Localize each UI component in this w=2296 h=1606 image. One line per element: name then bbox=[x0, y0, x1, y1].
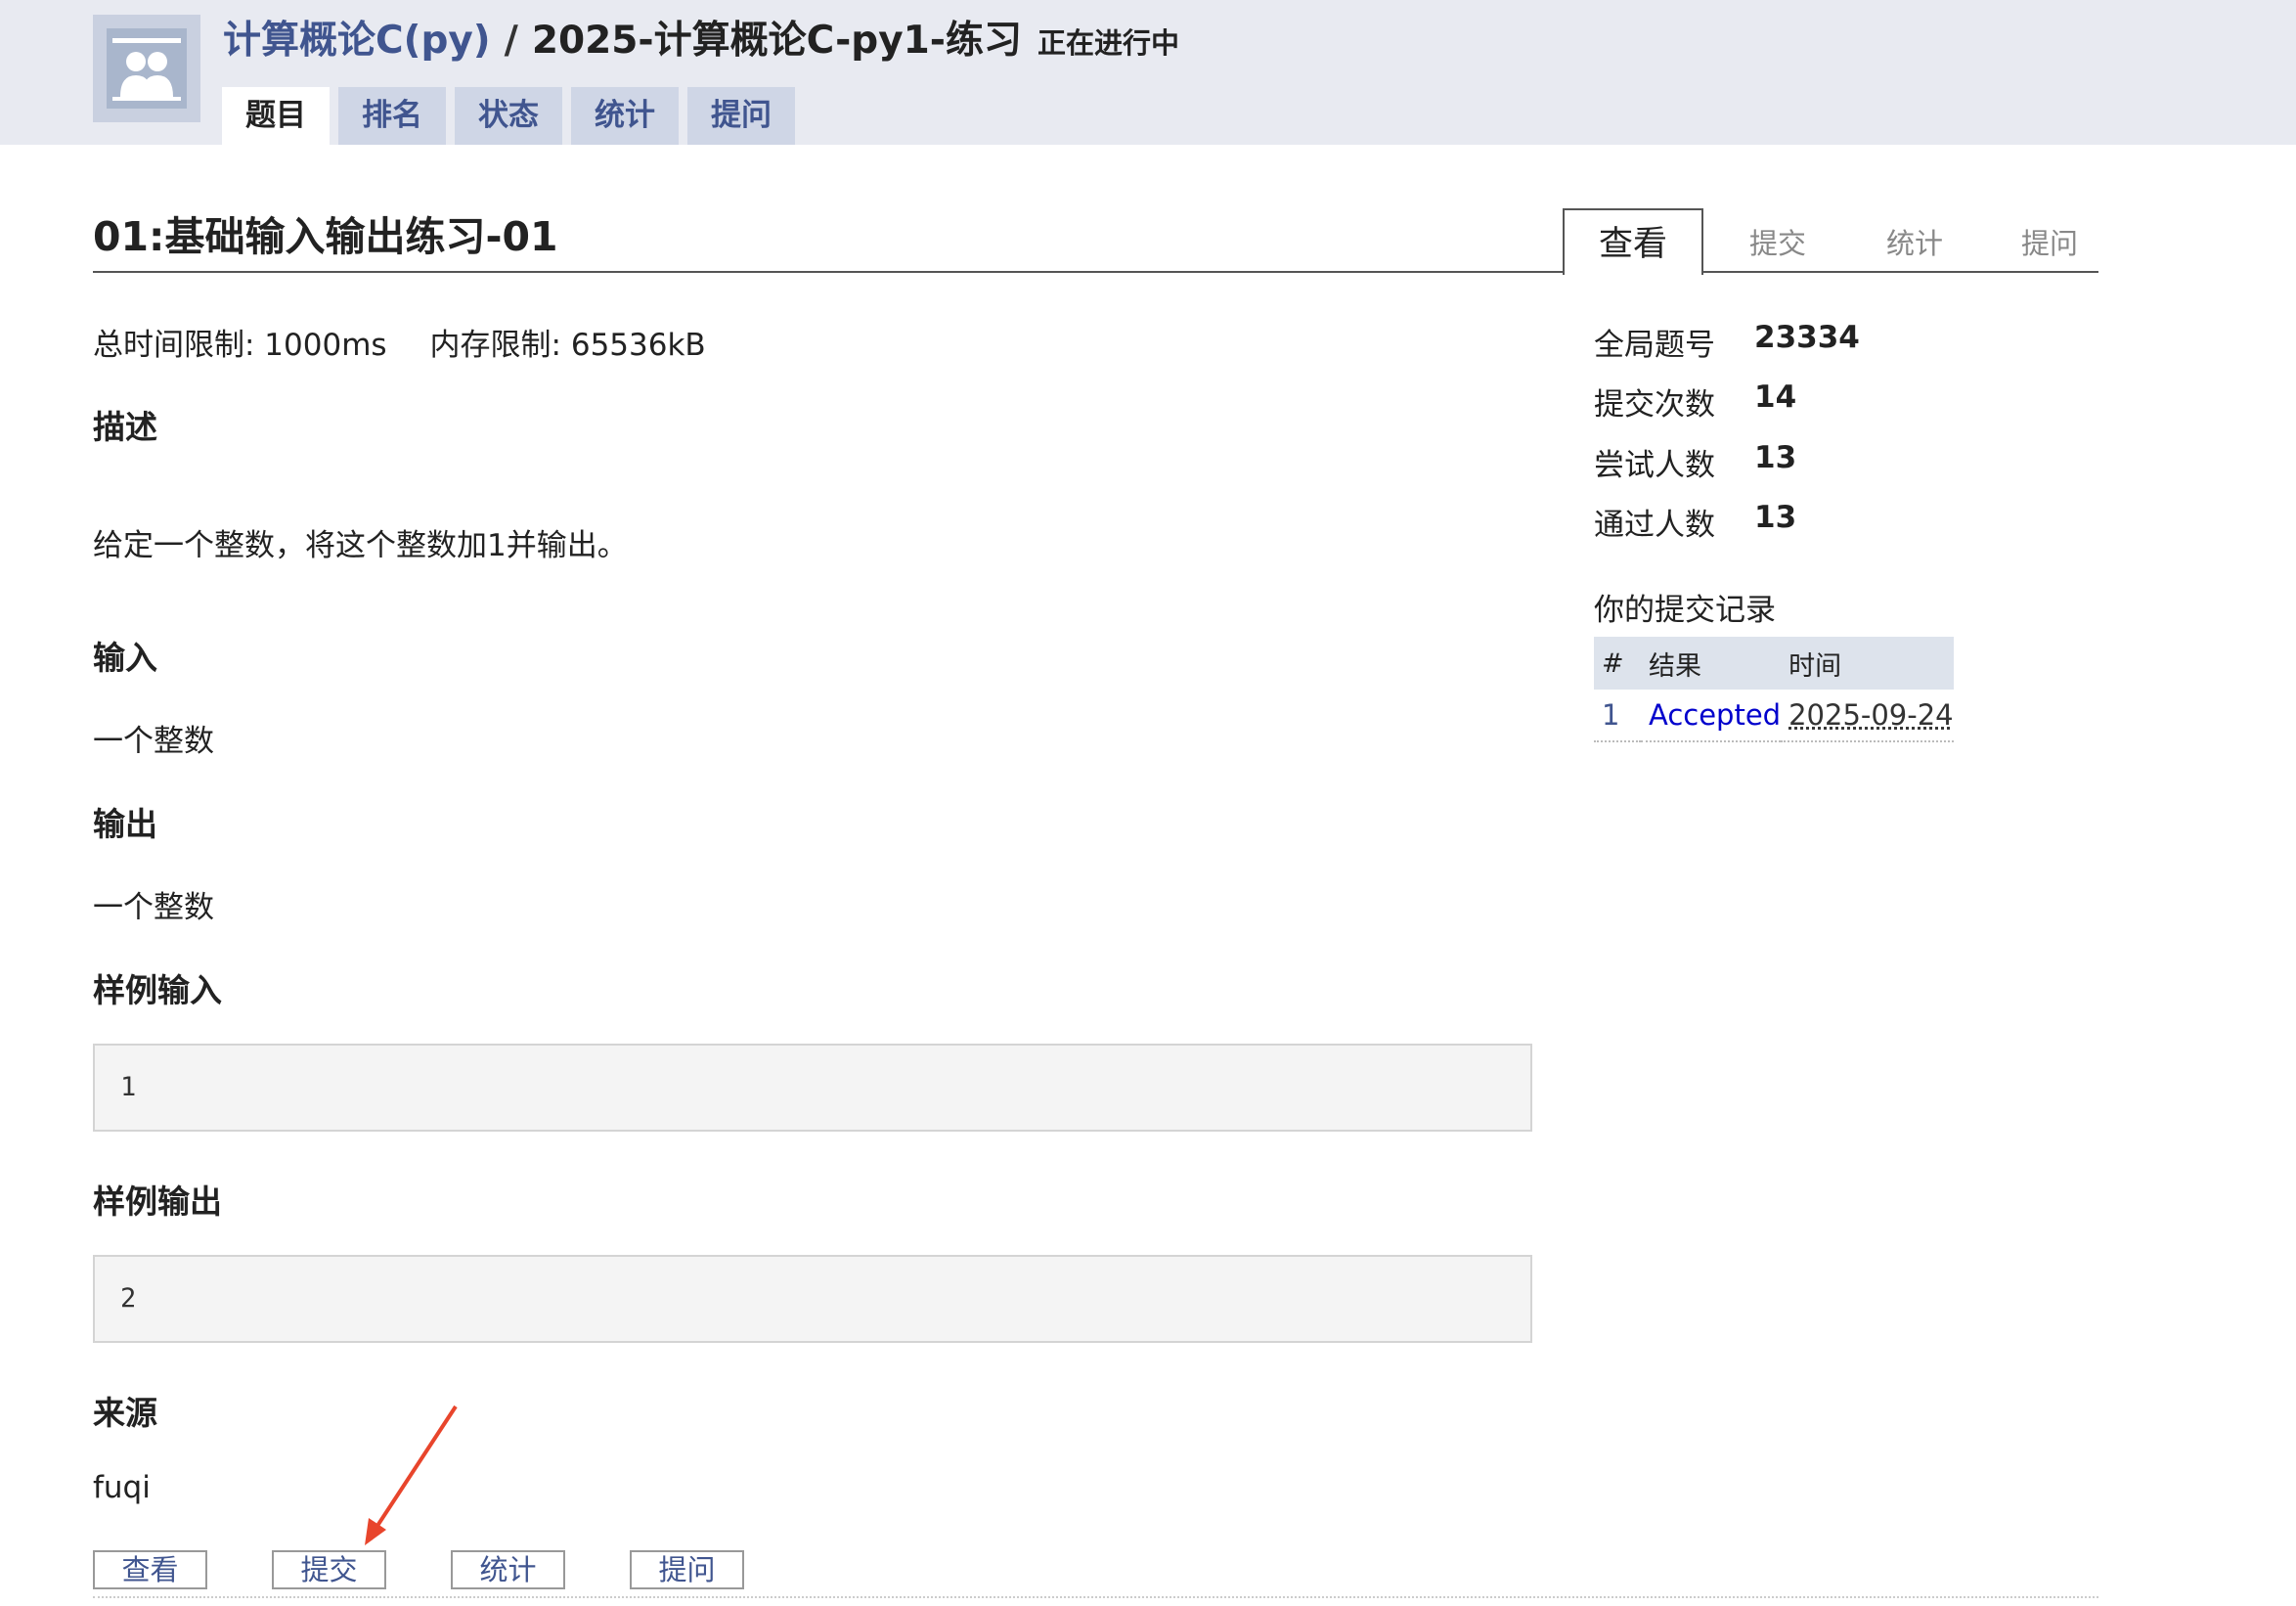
stat-label-attempted: 尝试人数 bbox=[1594, 448, 1715, 483]
tab-status[interactable]: 状态 bbox=[455, 87, 562, 145]
tabs-divider bbox=[1701, 271, 2098, 273]
submission-time: 2025-09-24 bbox=[1781, 690, 1954, 742]
description-text: 给定一个整数，将这个整数加1并输出。 bbox=[93, 528, 628, 563]
sample-input-heading: 样例输入 bbox=[93, 971, 222, 1009]
col-result: 结果 bbox=[1641, 637, 1782, 690]
time-limit: 总时间限制: 1000ms bbox=[93, 328, 387, 363]
output-text: 一个整数 bbox=[93, 890, 214, 925]
bottom-divider bbox=[93, 1596, 2098, 1598]
tab-stats[interactable]: 统计 bbox=[1866, 208, 1964, 273]
stat-value-submissions: 14 bbox=[1754, 379, 1797, 415]
ask-button[interactable]: 提问 bbox=[630, 1550, 744, 1589]
stat-label-submissions: 提交次数 bbox=[1594, 387, 1715, 423]
breadcrumb-separator: / bbox=[504, 19, 518, 63]
contest-status: 正在进行中 bbox=[1037, 26, 1179, 60]
memory-limit: 内存限制: 65536kB bbox=[429, 328, 706, 363]
sample-output-heading: 样例输出 bbox=[93, 1182, 222, 1221]
course-link[interactable]: 计算概论C(py) bbox=[223, 10, 491, 65]
problem-tabs: 查看 提交 统计 提问 bbox=[1563, 208, 2098, 275]
stat-label-global-id: 全局题号 bbox=[1594, 328, 1715, 363]
stat-value-attempted: 13 bbox=[1754, 440, 1797, 475]
output-heading: 输出 bbox=[93, 805, 157, 843]
tab-statistics[interactable]: 统计 bbox=[571, 87, 679, 145]
source-text: fuqi bbox=[93, 1470, 151, 1505]
tab-ranking[interactable]: 排名 bbox=[338, 87, 446, 145]
limits: 总时间限制: 1000ms 内存限制: 65536kB bbox=[93, 320, 706, 364]
statistics-button[interactable]: 统计 bbox=[451, 1550, 565, 1589]
stat-label-passed: 通过人数 bbox=[1594, 508, 1715, 543]
tab-problems[interactable]: 题目 bbox=[222, 87, 330, 145]
tab-view[interactable]: 查看 bbox=[1563, 208, 1703, 275]
description-heading: 描述 bbox=[93, 408, 157, 446]
tab-questions[interactable]: 提问 bbox=[687, 87, 795, 145]
col-number: # bbox=[1594, 637, 1641, 690]
red-arrow-icon bbox=[365, 1405, 458, 1545]
breadcrumb: 计算概论C(py) / 2025-计算概论C-py1-练习 正在进行中 bbox=[223, 10, 1179, 65]
input-text: 一个整数 bbox=[93, 724, 214, 759]
sample-output-box: 2 bbox=[93, 1255, 1532, 1343]
tab-ask[interactable]: 提问 bbox=[2001, 208, 2098, 273]
submission-table: # 结果 时间 1 Accepted 2025-09-24 bbox=[1594, 637, 1954, 742]
problem-title: 01:基础输入输出练习-01 bbox=[93, 213, 558, 260]
input-heading: 输入 bbox=[93, 639, 157, 677]
source-heading: 来源 bbox=[93, 1394, 157, 1432]
stat-value-global-id: 23334 bbox=[1754, 320, 1860, 355]
stat-value-passed: 13 bbox=[1754, 500, 1797, 535]
tab-submit[interactable]: 提交 bbox=[1729, 208, 1827, 273]
submission-result-link[interactable]: Accepted bbox=[1641, 690, 1782, 742]
submit-button[interactable]: 提交 bbox=[272, 1550, 386, 1589]
submission-history-title: 你的提交记录 bbox=[1594, 593, 1776, 628]
submission-table-header: # 结果 时间 bbox=[1594, 637, 1954, 690]
contest-title: 2025-计算概论C-py1-练习 bbox=[531, 19, 1022, 63]
sample-input-box: 1 bbox=[93, 1044, 1532, 1132]
submission-number: 1 bbox=[1594, 690, 1641, 742]
view-button[interactable]: 查看 bbox=[93, 1550, 207, 1589]
contest-header: 计算概论C(py) / 2025-计算概论C-py1-练习 正在进行中 题目 排… bbox=[0, 0, 2296, 145]
title-divider bbox=[93, 271, 1563, 273]
table-row: 1 Accepted 2025-09-24 bbox=[1594, 690, 1954, 742]
col-time: 时间 bbox=[1781, 637, 1954, 690]
group-users-icon bbox=[93, 15, 200, 122]
contest-nav: 题目 排名 状态 统计 提问 bbox=[222, 87, 804, 145]
